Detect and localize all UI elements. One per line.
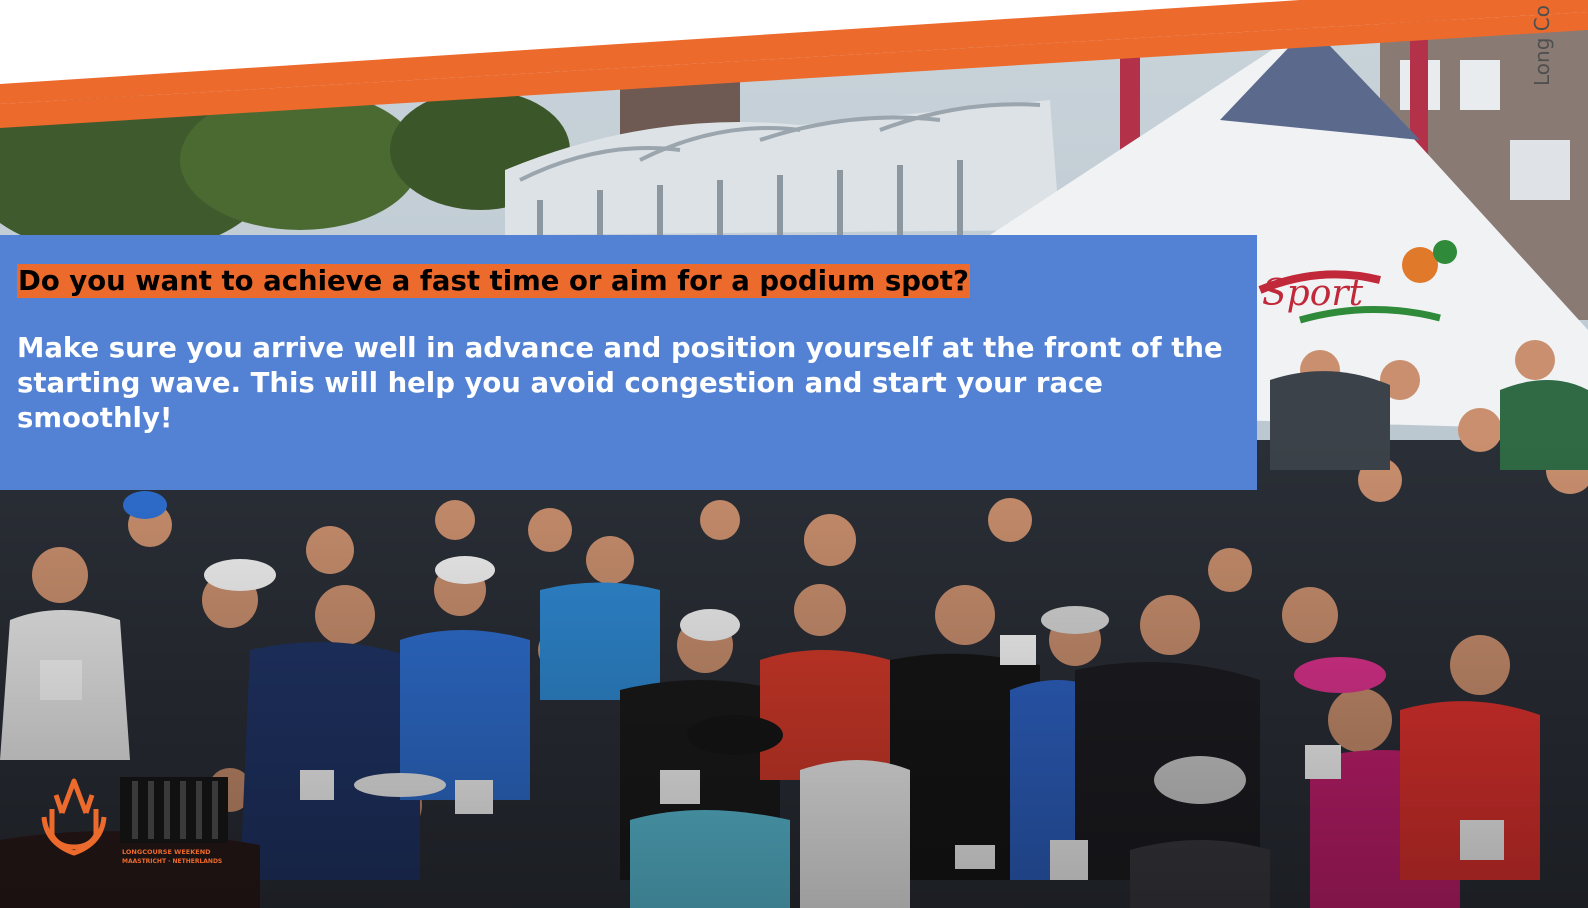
logo-mark: LONGCOURSE WEEKEND MAASTRICHT · NETHERLA… [41, 777, 228, 865]
crown-flame-icon [41, 778, 107, 856]
panel-question: Do you want to achieve a fast time or ai… [17, 264, 970, 298]
side-tag-text: Long Co [1530, 5, 1554, 86]
logo-text-line1: LONGCOURSE WEEKEND [122, 848, 211, 856]
event-logo: LONGCOURSE WEEKEND MAASTRICHT · NETHERLA… [36, 773, 232, 867]
tent-lettering: Sport [1262, 273, 1364, 314]
side-tag: Long Co [1528, 0, 1554, 90]
info-panel: Do you want to achieve a fast time or ai… [0, 235, 1257, 490]
slide: Sport Long Co Do you want to achieve a f… [0, 0, 1588, 908]
panel-advice: Make sure you arrive well in advance and… [17, 332, 1223, 434]
logo-text-line2: MAASTRICHT · NETHERLANDS [122, 858, 222, 865]
